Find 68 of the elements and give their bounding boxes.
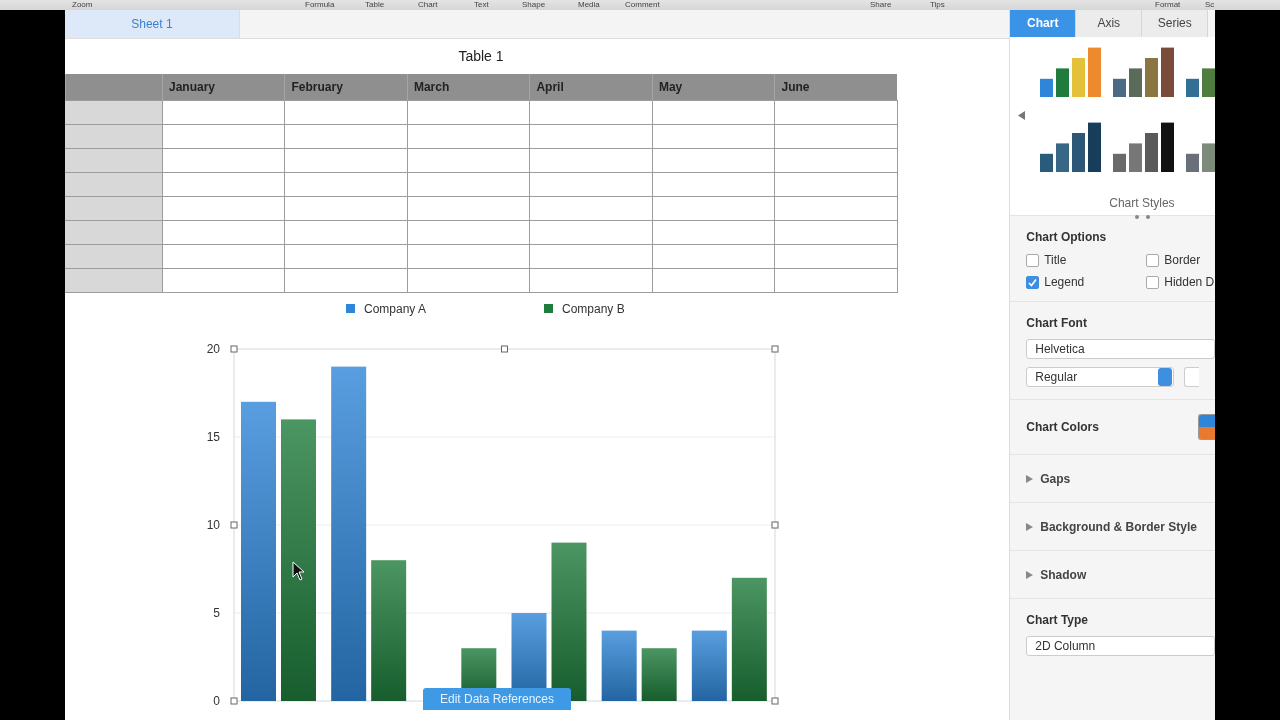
bar <box>601 630 637 701</box>
legend-label: Company B <box>561 302 625 316</box>
checkbox-label: Title <box>1044 253 1067 267</box>
section-label: Gaps <box>1040 472 1071 486</box>
legend-label: Company A <box>363 302 426 316</box>
column-header: January <box>162 74 285 101</box>
toolbar-label[interactable]: Formula <box>305 0 335 9</box>
page-dots-icon[interactable] <box>1135 215 1152 219</box>
bar <box>641 648 677 701</box>
selection-handle[interactable] <box>771 345 779 353</box>
checkbox[interactable] <box>1146 253 1160 267</box>
checkbox[interactable] <box>1026 253 1040 267</box>
chart-style-thumbnail[interactable] <box>1186 68 1216 97</box>
column-header: March <box>407 74 530 101</box>
selection-handle[interactable] <box>230 345 238 353</box>
chart-styles-label: Chart Styles <box>1109 196 1175 210</box>
font-field[interactable]: Helvetica <box>1026 339 1216 359</box>
checkbox-label: Hidden D <box>1164 275 1215 289</box>
inspector-tab[interactable]: Axis <box>1076 10 1143 37</box>
axis-tick-label: 5 <box>213 606 220 620</box>
section-label: Background & Border Style <box>1040 520 1197 534</box>
axis-tick-label: 0 <box>213 694 220 708</box>
section-label: Shadow <box>1040 568 1087 582</box>
scroll-left-icon[interactable] <box>1018 111 1026 120</box>
axis-tick-label: 10 <box>206 518 220 532</box>
toolbar-label[interactable]: Tips <box>930 0 945 9</box>
section-heading: Chart Type <box>1026 613 1089 627</box>
toolbar-label[interactable]: Chart <box>418 0 438 9</box>
column-header: May <box>652 74 775 101</box>
selection-handle[interactable] <box>771 521 779 529</box>
checkbox-label: Legend <box>1044 275 1085 289</box>
selection-handle[interactable] <box>230 697 238 705</box>
column-header: April <box>529 74 653 101</box>
selection-handle[interactable] <box>500 345 508 353</box>
section-heading: Chart Options <box>1026 230 1108 244</box>
color-swatch[interactable] <box>1198 414 1216 440</box>
section-heading: Chart Font <box>1026 316 1088 330</box>
chart-style-thumbnail[interactable] <box>1040 122 1102 172</box>
toolbar-label[interactable]: Comment <box>625 0 660 9</box>
column-header: June <box>774 74 898 101</box>
checkbox-label: Border <box>1164 253 1201 267</box>
chart-style-thumbnail[interactable] <box>1113 47 1175 97</box>
inspector-tab[interactable]: Series <box>1142 10 1209 37</box>
toolbar-label[interactable]: Sc <box>1205 0 1215 9</box>
chart-type-dropdown[interactable]: 2D Column <box>1026 636 1216 656</box>
section-heading: Chart Colors <box>1026 420 1099 434</box>
column-header: February <box>284 74 408 101</box>
axis-tick-label: 20 <box>206 342 220 356</box>
cursor-icon <box>292 561 305 581</box>
chart-style-thumbnail[interactable] <box>1113 122 1175 172</box>
checkbox[interactable] <box>1026 275 1040 289</box>
toolbar-label[interactable]: Share <box>870 0 892 9</box>
axis-tick-label: 15 <box>206 430 220 444</box>
checkbox[interactable] <box>1146 275 1160 289</box>
selection-handle[interactable] <box>230 521 238 529</box>
toolbar-label[interactable]: Table <box>365 0 385 9</box>
bar <box>691 630 727 701</box>
toolbar-label[interactable]: Text <box>474 0 489 9</box>
toolbar-label[interactable]: Format <box>1155 0 1181 9</box>
font-size-field[interactable] <box>1183 367 1200 387</box>
selection-handle[interactable] <box>771 697 779 705</box>
toolbar-label[interactable]: Zoom <box>72 0 93 9</box>
toolbar-label[interactable]: Media <box>578 0 600 9</box>
chart-style-thumbnail[interactable] <box>1186 143 1216 172</box>
font-style-dropdown[interactable]: Regular <box>1026 367 1174 387</box>
table-title: Table 1 <box>457 48 505 66</box>
chart-style-thumbnail[interactable] <box>1040 47 1102 97</box>
toolbar-label[interactable]: Shape <box>522 0 546 9</box>
